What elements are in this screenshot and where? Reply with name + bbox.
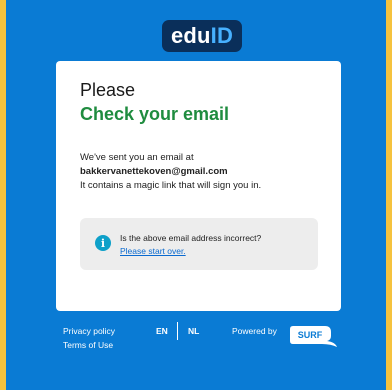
surf-logo[interactable]: SURF [289,321,339,351]
check-email-card: Please Check your email We've sent you a… [56,61,341,311]
eduid-logo: edu ID [162,20,242,52]
message-line-sent: We've sent you an email at [80,152,194,163]
language-en-button[interactable]: EN [156,326,168,336]
start-over-link[interactable]: Please start over. [120,245,186,258]
privacy-policy-link[interactable]: Privacy policy [63,326,115,336]
info-icon: i [95,235,111,251]
email-address: bakkervanettekoven@gmail.com [80,166,228,177]
page-title-check-email: Check your email [80,104,230,124]
incorrect-email-question: Is the above email address incorrect? [120,233,262,243]
page: edu ID Please Check your email We've sent… [6,0,386,390]
terms-of-use-link[interactable]: Terms of Use [63,340,113,350]
logo-id-text: ID [210,23,234,48]
language-nl-button[interactable]: NL [188,326,199,336]
message-line-magic-link: It contains a magic link that will sign … [80,180,262,191]
language-divider [177,322,178,340]
logo-edu-text: edu [170,23,211,48]
powered-by-label: Powered by [232,326,277,336]
surf-logo-text: SURF [298,330,323,340]
page-title-please: Please [80,80,136,100]
email-sent-message: We've sent you an email at bakkervanette… [80,151,325,193]
incorrect-email-notice: i Is the above email address incorrect? … [80,218,318,270]
